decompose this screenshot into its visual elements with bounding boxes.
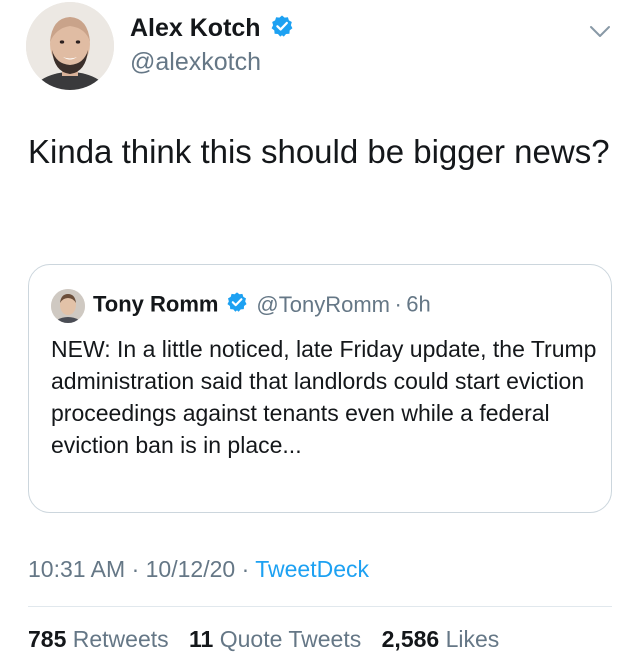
quoted-author-name[interactable]: Tony Romm (93, 292, 218, 317)
likes-count: 2,586 (381, 626, 440, 652)
author-avatar[interactable] (26, 2, 114, 90)
separator-dot: · (394, 291, 402, 317)
likes-stat[interactable]: 2,586 Likes (382, 626, 500, 652)
tweet-time[interactable]: 10:31 AM (28, 556, 125, 582)
quote-tweets-label: Quote Tweets (219, 626, 362, 652)
tweet-text: Kinda think this should be bigger news? (28, 133, 610, 170)
author-header: Alex Kotch (130, 14, 294, 43)
tweet-source-link[interactable]: TweetDeck (255, 556, 369, 582)
quoted-tweet-header: Tony Romm @TonyRomm · 6h (93, 291, 431, 318)
engagement-stats: 785 Retweets 11 Quote Tweets 2,586 Likes (28, 626, 513, 653)
retweets-label: Retweets (72, 626, 169, 652)
tweet-metadata: 10:31 AM · 10/12/20 · TweetDeck (28, 556, 369, 583)
quoted-tweet-text: NEW: In a little noticed, late Friday up… (51, 336, 597, 458)
likes-label: Likes (445, 626, 500, 652)
verified-badge-icon (226, 291, 248, 318)
retweets-stat[interactable]: 785 Retweets (28, 626, 175, 652)
verified-badge-icon (270, 14, 294, 43)
divider (28, 606, 612, 607)
tweet-date[interactable]: 10/12/20 (146, 556, 236, 582)
quote-tweets-count: 11 (189, 626, 214, 652)
quoted-author-handle[interactable]: @TonyRomm (256, 292, 390, 317)
quoted-tweet-card[interactable]: Tony Romm @TonyRomm · 6h NEW: In a littl… (28, 264, 612, 513)
chevron-down-icon[interactable] (588, 24, 612, 40)
separator-dot: · (241, 556, 250, 582)
author-handle[interactable]: @alexkotch (130, 48, 261, 77)
quoted-author-avatar[interactable] (51, 289, 85, 323)
quoted-tweet-time[interactable]: 6h (406, 292, 430, 317)
separator-dot: · (131, 556, 140, 582)
author-name[interactable]: Alex Kotch (130, 14, 261, 43)
quote-tweets-stat[interactable]: 11 Quote Tweets (189, 626, 368, 652)
retweets-count: 785 (28, 626, 67, 652)
